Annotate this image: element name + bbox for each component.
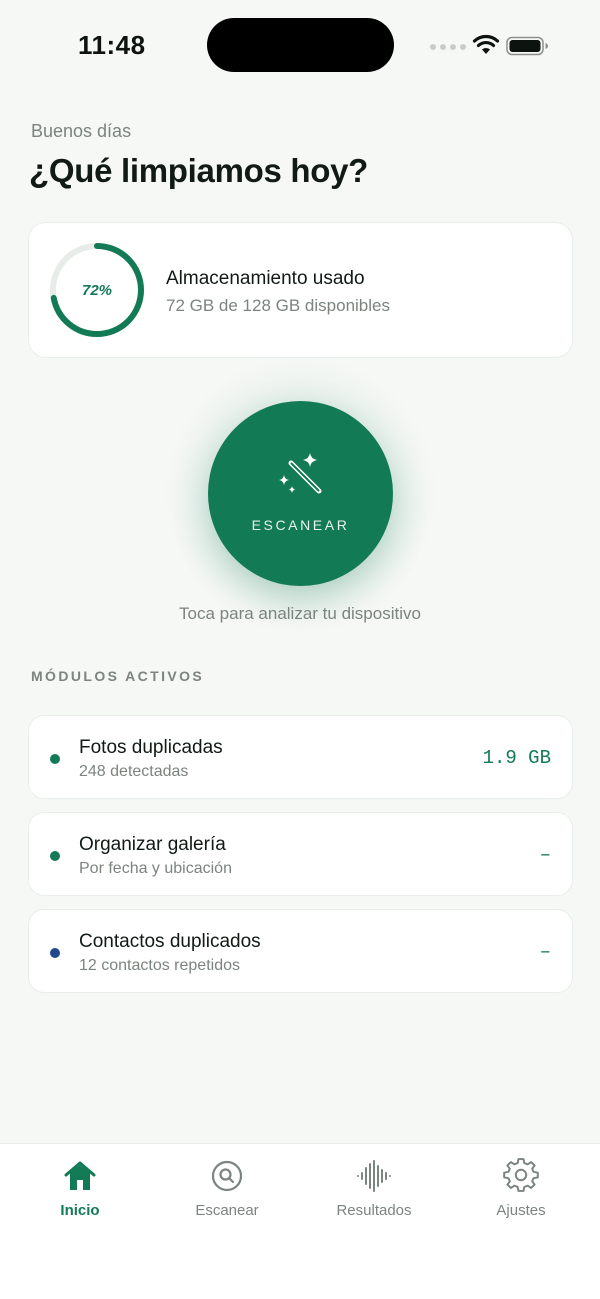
module-subtitle: 12 contactos repetidos — [79, 957, 240, 974]
module-duplicate-contacts[interactable]: Contactos duplicados 12 contactos repeti… — [28, 909, 573, 993]
search-icon — [211, 1160, 243, 1192]
status-bar: 11:48 — [0, 0, 600, 90]
gear-icon — [503, 1158, 539, 1192]
scan-hint: Toca para analizar tu dispositivo — [179, 604, 421, 623]
module-duplicate-photos[interactable]: Fotos duplicadas 248 detectadas 1.9 GB — [28, 715, 573, 799]
tab-resultados[interactable]: Resultados — [314, 1156, 434, 1226]
module-title: Contactos duplicados — [79, 931, 261, 952]
module-subtitle: Por fecha y ubicación — [79, 860, 232, 877]
tab-inicio[interactable]: Inicio — [20, 1156, 140, 1226]
storage-card: 72% Almacenamiento usado 72 GB de 128 GB… — [28, 222, 573, 358]
modules-section-title: MÓDULOS ACTIVOS — [31, 668, 205, 684]
module-organize-gallery[interactable]: Organizar galería Por fecha y ubicación … — [28, 812, 573, 896]
tab-label: Resultados — [336, 1202, 412, 1219]
module-subtitle: 248 detectadas — [79, 763, 189, 780]
tab-bar: Inicio Escanear Resultados Ajustes — [0, 1143, 600, 1299]
wifi-icon — [472, 34, 500, 54]
module-status-dot — [50, 754, 60, 764]
module-value: – — [539, 844, 551, 866]
waveform-icon — [357, 1160, 391, 1192]
storage-subtitle: 72 GB de 128 GB disponibles — [166, 296, 390, 315]
module-status-dot — [50, 851, 60, 861]
tab-label: Inicio — [60, 1202, 100, 1219]
module-value: 1.9 GB — [482, 747, 551, 769]
page-title: ¿Qué limpiamos hoy? — [29, 152, 369, 189]
scan-button[interactable]: ESCANEAR — [208, 401, 393, 586]
scan-button-label: ESCANEAR — [251, 517, 350, 533]
battery-icon — [506, 36, 548, 56]
tab-label: Ajustes — [496, 1202, 546, 1219]
cellular-signal-icon — [430, 44, 466, 50]
status-time: 11:48 — [78, 30, 146, 60]
module-value: – — [539, 941, 551, 963]
status-icons — [430, 34, 550, 58]
module-title: Fotos duplicadas — [79, 737, 223, 758]
tab-escanear[interactable]: Escanear — [167, 1156, 287, 1226]
dynamic-island — [207, 18, 394, 72]
greeting-text: Buenos días — [31, 121, 132, 141]
magic-wand-icon — [279, 453, 322, 494]
storage-percent-label: 72% — [81, 281, 113, 299]
home-icon — [64, 1161, 96, 1190]
tab-ajustes[interactable]: Ajustes — [461, 1156, 581, 1226]
module-status-dot — [50, 948, 60, 958]
module-title: Organizar galería — [79, 834, 226, 855]
tab-label: Escanear — [195, 1202, 259, 1219]
storage-title: Almacenamiento usado — [166, 268, 365, 289]
